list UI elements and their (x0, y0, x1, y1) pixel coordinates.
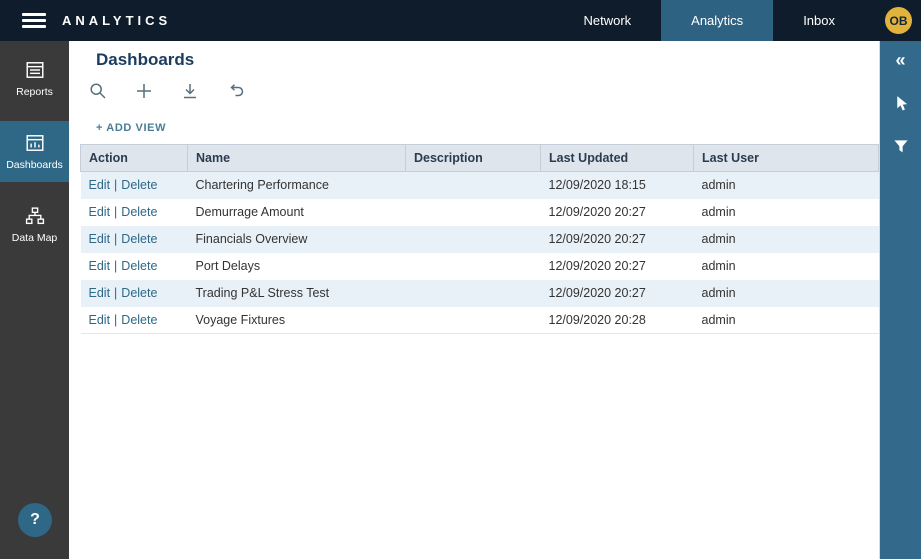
main-content: Dashboards (69, 41, 880, 559)
delete-link[interactable]: Delete (121, 205, 157, 219)
delete-link[interactable]: Delete (121, 259, 157, 273)
sidebar-item-dashboards[interactable]: Dashboards (0, 121, 69, 182)
column-header-last-updated: Last Updated (541, 145, 694, 172)
edit-link[interactable]: Edit (89, 313, 111, 327)
table-row: Edit| Delete Financials Overview 12/09/20… (81, 226, 879, 253)
action-cell: Edit| Delete (81, 172, 188, 199)
table-row: Edit| Delete Trading P&L Stress Test 12/0… (81, 280, 879, 307)
data-map-icon (25, 206, 45, 226)
last-updated-cell: 12/09/2020 20:27 (541, 253, 694, 280)
tab-analytics[interactable]: Analytics (661, 0, 773, 41)
name-cell: Chartering Performance (188, 172, 406, 199)
delete-link[interactable]: Delete (121, 286, 157, 300)
sidebar-item-reports[interactable]: Reports (0, 48, 69, 109)
edit-link[interactable]: Edit (89, 178, 111, 192)
last-user-cell: admin (694, 226, 879, 253)
topbar-spacer (171, 0, 553, 41)
last-user-cell: admin (694, 307, 879, 334)
action-cell: Edit| Delete (81, 199, 188, 226)
action-cell: Edit| Delete (81, 226, 188, 253)
name-cell: Financials Overview (188, 226, 406, 253)
last-user-cell: admin (694, 199, 879, 226)
column-header-description: Description (406, 145, 541, 172)
column-header-last-user: Last User (694, 145, 879, 172)
edit-link[interactable]: Edit (89, 232, 111, 246)
sidebar-item-data-map[interactable]: Data Map (0, 194, 69, 255)
delete-link[interactable]: Delete (121, 178, 157, 192)
search-icon[interactable] (88, 81, 108, 101)
last-user-cell: admin (694, 280, 879, 307)
action-separator: | (114, 178, 117, 192)
description-cell (406, 280, 541, 307)
action-separator: | (114, 232, 117, 246)
table-header-row: Action Name Description Last Updated Las… (81, 145, 879, 172)
reports-icon (25, 60, 45, 80)
left-sidebar: Reports Dashboards (0, 41, 69, 559)
topbar: ANALYTICS Network Analytics Inbox OB (0, 0, 921, 41)
column-header-action: Action (81, 145, 188, 172)
description-cell (406, 226, 541, 253)
description-cell (406, 199, 541, 226)
tab-inbox[interactable]: Inbox (773, 0, 865, 41)
last-updated-cell: 12/09/2020 20:28 (541, 307, 694, 334)
last-updated-cell: 12/09/2020 20:27 (541, 280, 694, 307)
right-sidebar: « (880, 41, 921, 559)
edit-link[interactable]: Edit (89, 205, 111, 219)
filter-icon[interactable] (890, 135, 912, 157)
sidebar-item-label: Data Map (12, 232, 58, 244)
action-separator: | (114, 259, 117, 273)
avatar[interactable]: OB (885, 7, 912, 34)
table-row: Edit| Delete Chartering Performance 12/09… (81, 172, 879, 199)
download-icon[interactable] (180, 81, 200, 101)
delete-link[interactable]: Delete (121, 232, 157, 246)
dashboards-table: Action Name Description Last Updated Las… (80, 144, 879, 334)
name-cell: Voyage Fixtures (188, 307, 406, 334)
last-user-cell: admin (694, 172, 879, 199)
column-header-name: Name (188, 145, 406, 172)
last-updated-cell: 12/09/2020 20:27 (541, 226, 694, 253)
tab-network[interactable]: Network (553, 0, 661, 41)
edit-link[interactable]: Edit (89, 286, 111, 300)
name-cell: Port Delays (188, 253, 406, 280)
add-icon[interactable] (134, 81, 154, 101)
table-row: Edit| Delete Voyage Fixtures 12/09/2020 2… (81, 307, 879, 334)
action-separator: | (114, 205, 117, 219)
action-separator: | (114, 313, 117, 327)
name-cell: Trading P&L Stress Test (188, 280, 406, 307)
edit-link[interactable]: Edit (89, 259, 111, 273)
action-cell: Edit| Delete (81, 253, 188, 280)
toolbar (88, 81, 879, 101)
last-updated-cell: 12/09/2020 20:27 (541, 199, 694, 226)
action-cell: Edit| Delete (81, 307, 188, 334)
description-cell (406, 172, 541, 199)
description-cell (406, 307, 541, 334)
help-button[interactable]: ? (18, 503, 52, 537)
last-updated-cell: 12/09/2020 18:15 (541, 172, 694, 199)
table-row: Edit| Delete Port Delays 12/09/2020 20:27… (81, 253, 879, 280)
hamburger-menu-icon[interactable] (22, 13, 46, 28)
dashboards-icon (25, 133, 45, 153)
action-cell: Edit| Delete (81, 280, 188, 307)
page-title: Dashboards (96, 50, 879, 70)
sidebar-item-label: Dashboards (6, 159, 63, 171)
reset-icon[interactable] (226, 81, 246, 101)
last-user-cell: admin (694, 253, 879, 280)
pointer-icon[interactable] (890, 92, 912, 114)
table-row: Edit| Delete Demurrage Amount 12/09/2020 … (81, 199, 879, 226)
add-view-button[interactable]: + ADD VIEW (96, 122, 166, 134)
delete-link[interactable]: Delete (121, 313, 157, 327)
name-cell: Demurrage Amount (188, 199, 406, 226)
collapse-icon[interactable]: « (890, 49, 912, 71)
description-cell (406, 253, 541, 280)
sidebar-item-label: Reports (16, 86, 53, 98)
app-title: ANALYTICS (62, 13, 171, 28)
action-separator: | (114, 286, 117, 300)
